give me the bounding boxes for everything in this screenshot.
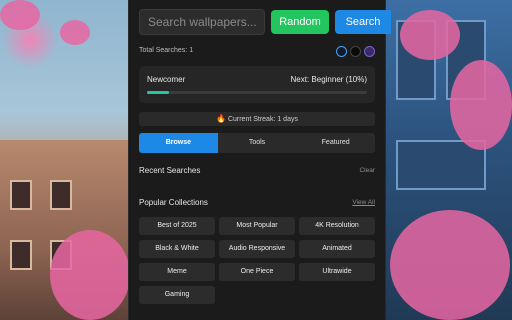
collection-chip[interactable]: Gaming (139, 286, 215, 304)
collection-chip[interactable]: Audio Responsive (219, 240, 295, 258)
level-progress-bar (147, 91, 367, 94)
search-button[interactable]: Search (335, 10, 391, 34)
level-progress-fill (147, 91, 169, 94)
streak-banner: 🔥 Current Streak: 1 days (139, 112, 375, 126)
theme-swatch-black[interactable] (350, 46, 361, 57)
collection-chip[interactable]: Ultrawide (299, 263, 375, 281)
collection-chip[interactable]: One Piece (219, 263, 295, 281)
main-tabs: Browse Tools Featured (139, 133, 375, 153)
collection-grid: Best of 2025 Most Popular 4K Resolution … (139, 217, 375, 304)
collection-chip[interactable]: Most Popular (219, 217, 295, 235)
tab-tools[interactable]: Tools (218, 133, 297, 153)
recent-searches-title: Recent Searches (139, 166, 201, 175)
popular-collections-header: Popular Collections View All (139, 198, 375, 210)
total-searches: Total Searches: 1 (139, 47, 194, 54)
collection-chip[interactable]: Animated (299, 240, 375, 258)
theme-swatches (336, 46, 375, 57)
random-button[interactable]: Random (271, 10, 329, 34)
collection-chip[interactable]: 4K Resolution (299, 217, 375, 235)
theme-swatch-blue[interactable] (336, 46, 347, 57)
fire-icon: 🔥 (216, 114, 226, 123)
tab-featured[interactable]: Featured (296, 133, 375, 153)
level-card: Newcomer Next: Beginner (10%) (139, 66, 375, 103)
clear-recent-button[interactable]: Clear (359, 167, 375, 174)
theme-swatch-purple[interactable] (364, 46, 375, 57)
next-level: Next: Beginner (10%) (290, 75, 367, 84)
search-input[interactable] (139, 9, 265, 35)
collection-chip[interactable]: Meme (139, 263, 215, 281)
search-bar: Random Search (139, 9, 391, 35)
wallpaper-popup-panel: Random Search Total Searches: 1 Newcomer… (128, 0, 391, 320)
current-level: Newcomer (147, 75, 186, 84)
collection-chip[interactable]: Best of 2025 (139, 217, 215, 235)
recent-searches-header: Recent Searches Clear (139, 166, 375, 178)
collection-chip[interactable]: Black & White (139, 240, 215, 258)
view-all-link[interactable]: View All (352, 199, 375, 206)
popular-collections-title: Popular Collections (139, 198, 208, 207)
streak-text: Current Streak: 1 days (227, 116, 298, 123)
stats-row: Total Searches: 1 (139, 46, 375, 58)
tab-browse[interactable]: Browse (139, 133, 218, 153)
